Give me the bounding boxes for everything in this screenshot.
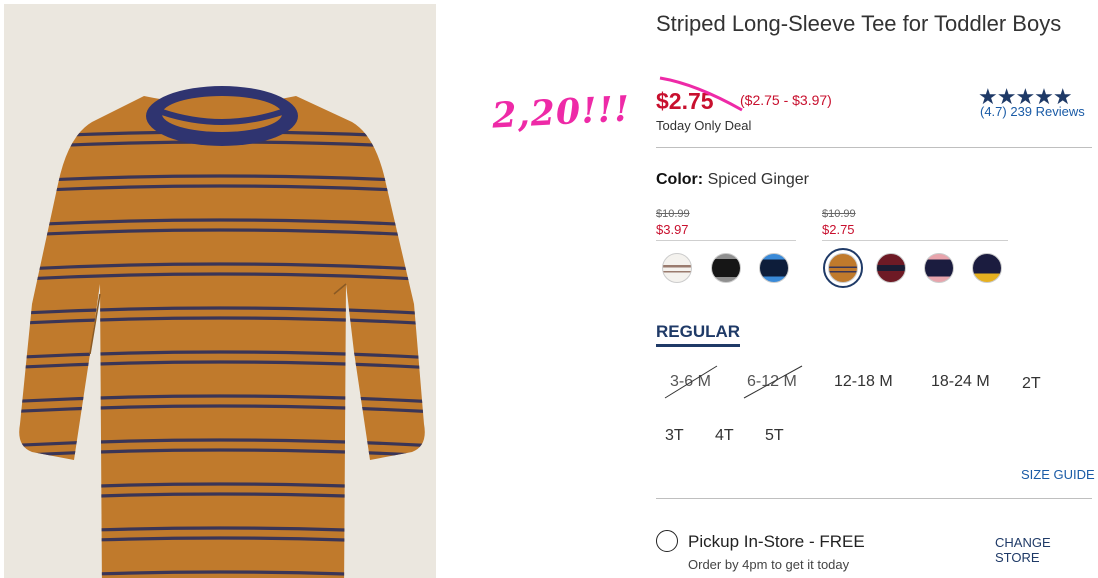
swatch-blue-stripe[interactable] [759, 253, 789, 283]
change-store-link[interactable]: CHANGE STORE [995, 535, 1098, 565]
striped-tee-illustration [4, 4, 436, 578]
swatch-group-2-price: $2.75 [822, 222, 855, 237]
size-option[interactable]: 4T [715, 427, 734, 445]
size-option[interactable]: 3T [665, 427, 684, 445]
pickup-subtext: Order by 4pm to get it today [688, 557, 850, 572]
handwritten-annotation: 2,20!!! [491, 88, 632, 137]
pickup-label: Pickup In-Store - FREE [688, 532, 865, 551]
price-range: ($2.75 - $3.97) [740, 92, 832, 108]
swatch-group-1-price: $3.97 [656, 222, 689, 237]
unavailable-strike [743, 365, 803, 399]
color-selection: Color: Spiced Ginger [656, 171, 809, 189]
fit-tab-regular[interactable]: REGULAR [656, 322, 741, 347]
swatch-black-stripe[interactable] [711, 253, 741, 283]
size-option[interactable]: 18-24 M [931, 373, 990, 391]
swatch-burgundy-stripe[interactable] [876, 253, 906, 283]
size-option[interactable]: 2T [1022, 375, 1041, 393]
scribble-strike [659, 76, 743, 112]
swatch-navy-yellow-stripe[interactable] [972, 253, 1002, 283]
size-option[interactable]: 5T [765, 427, 784, 445]
color-label: Color: [656, 171, 704, 188]
product-title: Striped Long-Sleeve Tee for Toddler Boys [656, 11, 1062, 36]
divider [656, 498, 1092, 499]
swatch-group-1-was-price: $10.99 [656, 208, 690, 220]
swatch-navy-pink-stripe[interactable] [924, 253, 954, 283]
swatch-group-2-was-price: $10.99 [822, 208, 856, 220]
swatch-group-1-rule [656, 240, 796, 241]
swatch-spiced-ginger[interactable] [828, 253, 858, 283]
swatch-group-2-rule [822, 240, 1008, 241]
color-name: Spiced Ginger [707, 171, 809, 188]
size-option[interactable]: 12-18 M [834, 373, 893, 391]
swatch-white-stripe[interactable] [662, 253, 692, 283]
pickup-radio[interactable] [656, 530, 678, 552]
unavailable-strike [664, 365, 718, 399]
deal-label: Today Only Deal [656, 118, 752, 133]
size-guide-link[interactable]: SIZE GUIDE [1021, 467, 1095, 482]
reviews-link[interactable]: (4.7) 239 Reviews [980, 104, 1085, 119]
divider [656, 147, 1092, 148]
product-image [4, 4, 436, 578]
